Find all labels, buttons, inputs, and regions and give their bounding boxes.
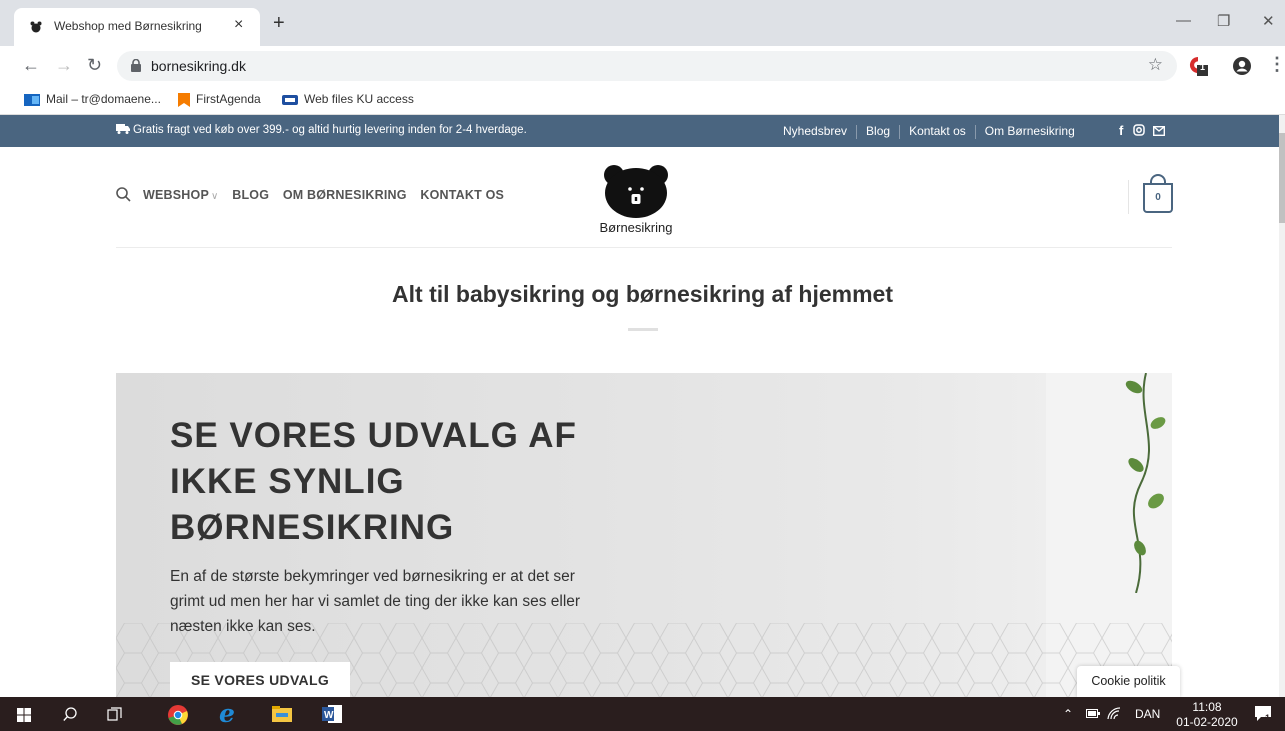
taskbar-clock[interactable]: 11:08 01-02-2020 <box>1171 700 1243 730</box>
promo-text: Gratis fragt ved køb over 399.- og altid… <box>133 124 527 136</box>
lock-icon <box>131 59 141 72</box>
hero-cta-button[interactable]: SE VORES UDVALG <box>170 662 350 697</box>
tray-chevron-icon[interactable]: ⌃ <box>1063 707 1073 721</box>
search-icon[interactable] <box>116 187 131 202</box>
nav-blog[interactable]: BLOG <box>232 188 269 202</box>
menu-icon[interactable]: ⋮ <box>1268 54 1285 75</box>
address-bar[interactable]: bornesikring.dk ☆ <box>117 51 1177 81</box>
back-icon[interactable]: ← <box>22 55 40 76</box>
chevron-down-icon: ∨ <box>211 191 219 202</box>
forward-icon[interactable]: → <box>55 55 73 76</box>
nav-om[interactable]: OM BØRNESIKRING <box>283 188 407 202</box>
outlook-icon <box>24 93 40 106</box>
cart-button[interactable]: 0 <box>1128 174 1173 214</box>
facebook-icon[interactable]: f <box>1119 123 1123 138</box>
site-header: WEBSHOP ∨ BLOG OM BØRNESIKRING KONTAKT OS… <box>116 147 1173 248</box>
browser-toolbar: ← → ↻ bornesikring.dk ☆ 1 ⋮ <box>0 46 1285 86</box>
url-text: bornesikring.dk <box>151 58 246 74</box>
bookmark-label: FirstAgenda <box>196 92 261 106</box>
bear-logo-icon <box>604 165 668 218</box>
file-explorer-icon[interactable] <box>272 706 292 722</box>
page-title: Alt til babysikring og børnesikring af h… <box>392 281 893 307</box>
internet-explorer-icon[interactable]: e <box>219 699 235 728</box>
language-indicator[interactable]: DAN <box>1135 707 1160 721</box>
hero-banner: SE VORES UDVALG AF IKKE SYNLIG BØRNESIKR… <box>116 373 1172 697</box>
toplink-nyhedsbrev[interactable]: Nyhedsbrev <box>783 124 847 138</box>
chrome-icon[interactable] <box>167 704 189 726</box>
reload-icon[interactable]: ↻ <box>87 55 102 76</box>
battery-icon[interactable] <box>1086 709 1100 718</box>
extension-icon[interactable] <box>1186 54 1210 78</box>
notification-count: 1 <box>1265 713 1271 723</box>
window-close-icon[interactable]: ✕ <box>1262 12 1275 30</box>
scrollbar-thumb[interactable] <box>1279 133 1285 223</box>
task-view-icon[interactable] <box>107 707 123 722</box>
nav-webshop-label: WEBSHOP <box>143 188 209 202</box>
browser-tab[interactable]: Webshop med Børnesikring til hj × <box>14 8 260 46</box>
bookmark-star-icon[interactable]: ☆ <box>1148 55 1163 75</box>
social-links: f <box>1119 123 1165 138</box>
clock-time: 11:08 <box>1192 700 1222 714</box>
extension-badge: 1 <box>1200 62 1206 72</box>
title-divider <box>628 328 658 331</box>
profile-icon[interactable] <box>1232 56 1252 76</box>
windows-taskbar: e W ⌃ DAN 11:08 01-02-2020 1 <box>0 697 1285 731</box>
page-scrollbar[interactable] <box>1279 115 1285 697</box>
tab-title: Webshop med Børnesikring til hj <box>54 19 204 33</box>
cookie-policy-button[interactable]: Cookie politik <box>1077 666 1180 697</box>
bookmark-firstagenda[interactable]: FirstAgenda <box>178 92 261 107</box>
bookmarks-bar: Mail – tr@domaene... FirstAgenda Web fil… <box>0 86 1285 115</box>
search-icon[interactable] <box>63 707 77 722</box>
hero-text: En af de største bekymringer ved børnesi… <box>170 568 581 635</box>
site-logo[interactable]: Børnesikring <box>586 159 686 239</box>
bookmark-webfiles[interactable]: Web files KU access <box>282 92 414 106</box>
bookmark-label: Mail – tr@domaene... <box>46 92 161 106</box>
nav-kontakt[interactable]: KONTAKT OS <box>420 188 504 202</box>
nav-webshop[interactable]: WEBSHOP ∨ <box>143 188 219 202</box>
minimize-icon[interactable]: — <box>1176 12 1191 29</box>
toplink-kontakt[interactable]: Kontakt os <box>909 124 966 138</box>
top-links: Nyhedsbrev Blog Kontakt os Om Børnesikring <box>783 124 1075 139</box>
bear-favicon-icon <box>30 21 42 33</box>
bookmark-mail[interactable]: Mail – tr@domaene... <box>24 92 161 106</box>
hero-title: SE VORES UDVALG AF IKKE SYNLIG BØRNESIKR… <box>170 416 577 547</box>
word-icon[interactable]: W <box>322 705 342 723</box>
tab-close-icon[interactable]: × <box>234 16 243 34</box>
toplink-blog[interactable]: Blog <box>866 124 890 138</box>
wifi-icon[interactable] <box>1107 707 1121 720</box>
plant-decoration <box>1125 373 1166 593</box>
bookmark-label: Web files KU access <box>304 92 414 106</box>
new-tab-button[interactable]: + <box>273 13 285 33</box>
browser-tabstrip: Webshop med Børnesikring til hj × + — ❐ … <box>0 0 1285 46</box>
promo-message: Gratis fragt ved køb over 399.- og altid… <box>116 124 527 136</box>
clock-date: 01-02-2020 <box>1176 715 1238 729</box>
truck-icon <box>116 124 130 134</box>
svg-text:W: W <box>324 710 334 721</box>
toplink-om[interactable]: Om Børnesikring <box>985 124 1075 138</box>
cart-count: 0 <box>1143 183 1173 213</box>
instagram-icon[interactable] <box>1133 124 1145 136</box>
main-nav: WEBSHOP ∨ BLOG OM BØRNESIKRING KONTAKT OS <box>116 187 514 202</box>
restore-icon[interactable]: ❐ <box>1217 12 1230 30</box>
webfiles-icon <box>282 94 298 105</box>
promo-topbar: Gratis fragt ved køb over 399.- og altid… <box>0 115 1280 147</box>
email-icon[interactable] <box>1152 125 1165 137</box>
windows-start-icon[interactable] <box>17 708 31 722</box>
firstagenda-icon <box>178 92 190 107</box>
logo-text: Børnesikring <box>599 220 673 235</box>
